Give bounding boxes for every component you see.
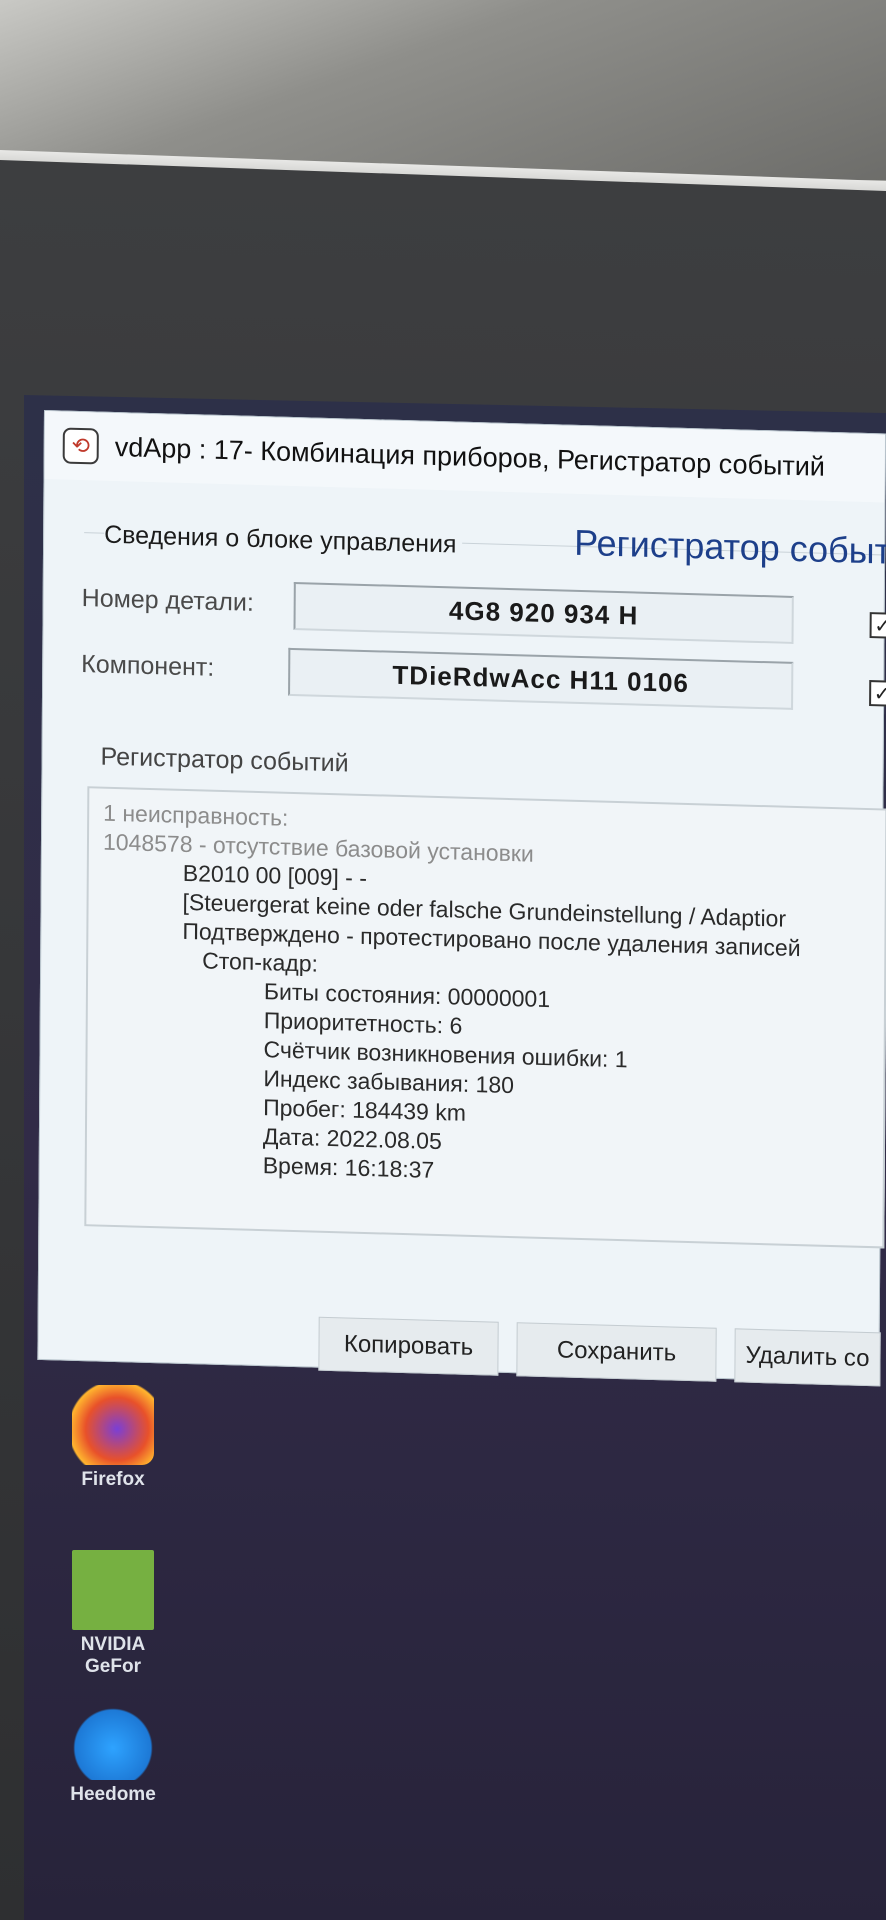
copy-button[interactable]: Копировать [318, 1316, 499, 1376]
heedome-icon [72, 1700, 154, 1780]
checkbox-2[interactable]: ✓ [869, 680, 886, 707]
desktop-icon-label: NVIDIA GeFor [80, 1634, 146, 1677]
checkbox-1[interactable]: ✓ [869, 612, 886, 639]
delete-button[interactable]: Удалить со [734, 1328, 881, 1387]
desktop-icon-firefox[interactable]: Firefox [58, 1385, 168, 1491]
desktop-icon-nvidia[interactable]: NVIDIA GeFor [58, 1550, 168, 1678]
component-label: Компонент: [81, 650, 215, 682]
desktop-icon-heedome[interactable]: Heedome [58, 1700, 168, 1806]
event-log-box[interactable]: 1 неисправность: 1048578 - отсутствие ба… [84, 786, 886, 1249]
part-number-label: Номер детали: [81, 584, 254, 617]
photo-background [0, 0, 886, 180]
desktop-icon-label: Firefox [81, 1469, 145, 1490]
window-title: vdApp : 17- Комбинация приборов, Регистр… [114, 431, 826, 482]
desktop-icon-label: Heedome [70, 1784, 156, 1805]
event-log-label: Регистратор событий [100, 742, 349, 778]
vdapp-window: ⟲ vdApp : 17- Комбинация приборов, Регис… [37, 410, 886, 1387]
firefox-icon [72, 1385, 154, 1465]
vdapp-icon: ⟲ [62, 427, 99, 465]
save-button[interactable]: Сохранить [516, 1322, 717, 1382]
nvidia-icon [72, 1550, 154, 1630]
